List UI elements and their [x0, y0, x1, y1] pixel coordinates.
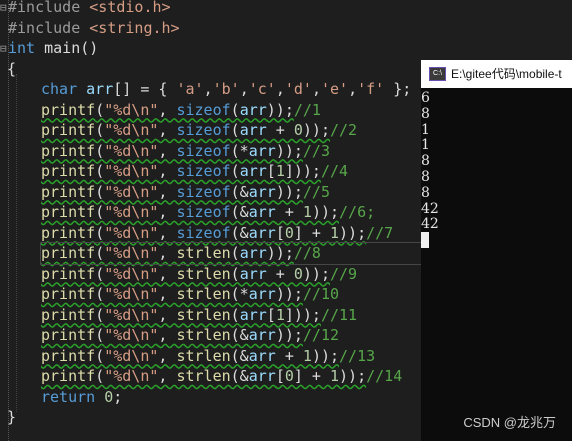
code-line[interactable]: printf("%d\n", sizeof(&arr[0] + 1));//7	[41, 223, 393, 244]
console-output-line: 8	[421, 184, 430, 201]
code-line[interactable]: printf("%d\n", sizeof(&arr));//5	[41, 182, 330, 203]
console-output-line: 8	[421, 105, 430, 122]
indent-guide	[16, 74, 18, 412]
console-output-line: 1	[421, 137, 430, 154]
code-line[interactable]: {	[7, 59, 16, 80]
code-line[interactable]: return 0;	[41, 387, 122, 408]
console-title: E:\gitee代码\mobile-t	[451, 67, 562, 81]
code-line[interactable]: printf("%d\n", strlen(arr));//8	[40, 242, 462, 265]
console-cursor	[421, 232, 429, 248]
code-line[interactable]: char arr[] = { 'a','b','c','d','e','f' }…	[41, 79, 411, 100]
console-titlebar[interactable]: C:\ E:\gitee代码\mobile-t	[421, 60, 572, 88]
code-line[interactable]: printf("%d\n", strlen(&arr + 1));//13	[41, 346, 375, 367]
code-line[interactable]: #include <string.h>	[8, 18, 180, 39]
code-line[interactable]: }	[7, 407, 16, 428]
code-line[interactable]: int main()	[8, 38, 98, 59]
code-line[interactable]: printf("%d\n", strlen(arr[1]));//11	[41, 305, 357, 326]
code-line[interactable]: printf("%d\n", sizeof(arr));//1	[41, 100, 321, 121]
code-line[interactable]: #include <stdio.h>	[8, 0, 171, 18]
console-output-line: 8	[421, 153, 430, 170]
fold-toggle-icon[interactable]: ⊟	[0, 42, 7, 55]
code-line[interactable]: printf("%d\n", strlen(&arr[0] + 1));//14	[41, 366, 402, 387]
console-output-line: 42	[421, 200, 439, 217]
fold-toggle-icon[interactable]: ⊟	[0, 1, 7, 14]
console-output-line: 42	[421, 216, 439, 233]
code-line[interactable]: printf("%d\n", strlen(&arr));//12	[41, 325, 339, 346]
code-line[interactable]: printf("%d\n", sizeof(arr[1]));//4	[41, 161, 348, 182]
code-line[interactable]: printf("%d\n", sizeof(arr + 0));//2	[41, 120, 357, 141]
code-line[interactable]: printf("%d\n", strlen(*arr));//10	[41, 284, 339, 305]
console-window[interactable]: C:\ E:\gitee代码\mobile-t 6 8 1 1 8 8 8 42 42	[421, 60, 572, 441]
console-app-icon: C:\	[429, 67, 446, 81]
code-line[interactable]: printf("%d\n", sizeof(*arr));//3	[41, 141, 330, 162]
console-output-line: 1	[421, 121, 430, 138]
watermark: CSDN @龙兆万	[463, 415, 556, 430]
console-output-line: 6	[421, 90, 430, 106]
code-line[interactable]: printf("%d\n", sizeof(&arr + 1));//6;	[41, 202, 375, 223]
code-line[interactable]: printf("%d\n", strlen(arr + 0));//9	[41, 264, 357, 285]
console-output-line: 8	[421, 169, 430, 185]
